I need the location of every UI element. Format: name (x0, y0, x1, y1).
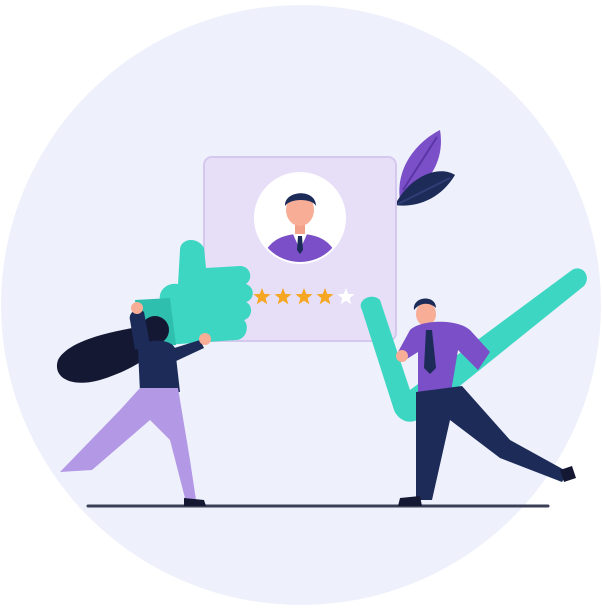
review-illustration (0, 0, 602, 611)
user-avatar-icon (254, 172, 346, 264)
illustration-canvas (1, 5, 601, 605)
